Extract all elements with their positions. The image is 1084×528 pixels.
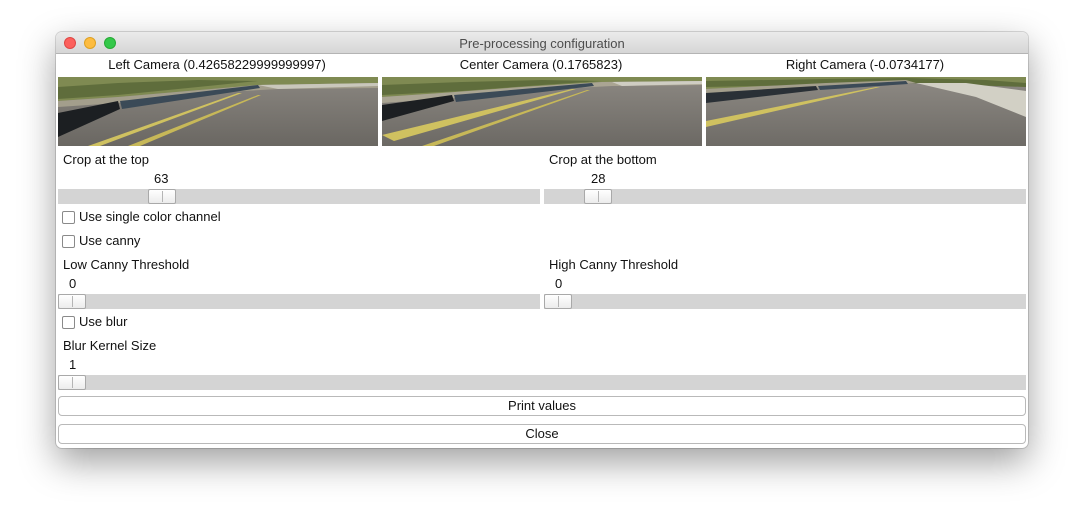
close-button[interactable]: Close [58,424,1026,444]
crop-top-slider[interactable] [58,189,540,204]
blur-kernel-slider[interactable] [58,375,1026,390]
window-title: Pre-processing configuration [459,36,625,51]
crop-bottom-value: 28 [591,171,606,186]
crop-top-value: 63 [154,171,169,186]
use-blur-box[interactable] [62,316,75,329]
blur-kernel-slider-handle[interactable] [58,375,86,390]
use-blur-label[interactable]: Use blur [79,314,127,329]
blur-kernel-label: Blur Kernel Size [63,338,157,353]
high-canny-value: 0 [555,276,563,291]
high-canny-label: High Canny Threshold [549,257,679,272]
high-canny-slider-handle[interactable] [544,294,572,309]
title-bar[interactable]: Pre-processing configuration [56,32,1028,54]
config-window: Pre-processing configuration Left Camera… [56,32,1028,448]
crop-top-label: Crop at the top [63,152,149,167]
use-canny-label[interactable]: Use canny [79,233,140,248]
low-canny-label: Low Canny Threshold [63,257,190,272]
low-canny-slider-handle[interactable] [58,294,86,309]
center-camera-image [382,77,702,146]
right-camera-label: Right Camera (-0.0734177) [785,57,945,72]
print-values-button[interactable]: Print values [58,396,1026,416]
center-camera-label: Center Camera (0.1765823) [459,57,623,72]
low-canny-value: 0 [69,276,77,291]
crop-bottom-slider-handle[interactable] [584,189,612,204]
left-camera-image [58,77,378,146]
single-color-channel-box[interactable] [62,211,75,224]
crop-top-slider-handle[interactable] [148,189,176,204]
single-color-channel-label[interactable]: Use single color channel [79,209,221,224]
blur-kernel-value: 1 [69,357,77,372]
left-camera-label: Left Camera (0.42658229999999997) [108,57,326,72]
use-canny-box[interactable] [62,235,75,248]
crop-bottom-label: Crop at the bottom [549,152,657,167]
right-camera-image [706,77,1026,146]
crop-bottom-slider[interactable] [544,189,1026,204]
high-canny-slider[interactable] [544,294,1026,309]
low-canny-slider[interactable] [58,294,540,309]
